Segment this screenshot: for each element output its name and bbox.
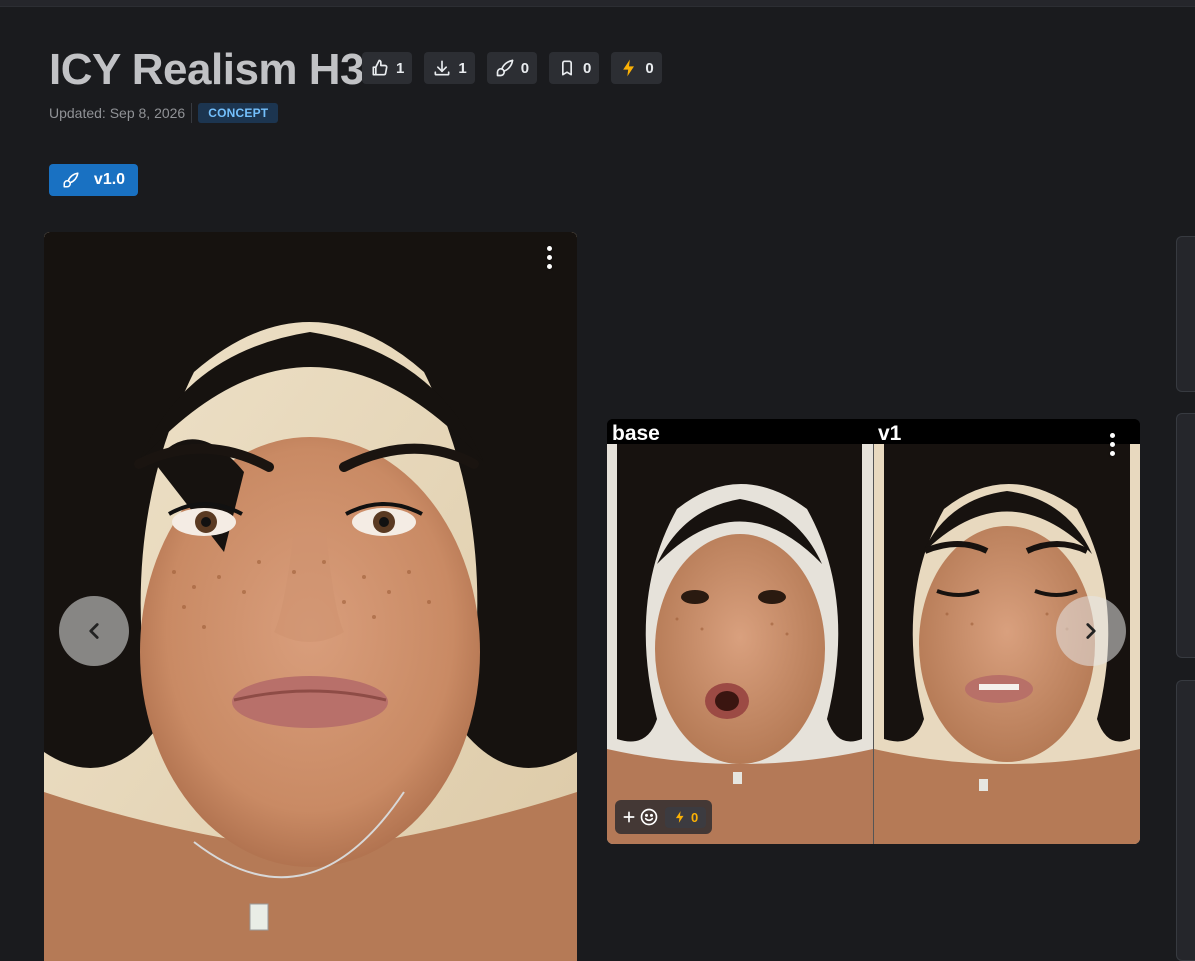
chevron-left-icon <box>89 623 99 639</box>
updated-date: Updated: Sep 8, 2026 <box>49 103 193 123</box>
portrait-image <box>44 232 577 961</box>
download-icon <box>434 60 450 76</box>
add-reaction-button[interactable] <box>621 807 659 827</box>
version-button[interactable]: v1.0 <box>49 164 138 196</box>
buzz-tip-button[interactable]: 0 <box>665 806 707 828</box>
brush-icon <box>63 172 79 188</box>
generate-count: 0 <box>520 59 530 77</box>
meta-row: Updated: Sep 8, 2026 CONCEPT <box>49 102 279 124</box>
buzz-count: 0 <box>691 809 699 825</box>
download-stat-button[interactable]: 1 <box>424 52 475 84</box>
thumbs-up-icon <box>372 59 388 76</box>
more-options-icon[interactable] <box>547 246 553 269</box>
top-bar <box>0 0 1195 7</box>
more-options-icon[interactable] <box>1110 433 1116 456</box>
bolt-icon <box>675 811 684 823</box>
gallery-next-button[interactable] <box>1056 596 1126 666</box>
tip-count: 0 <box>645 59 654 77</box>
tip-stat-button[interactable]: 0 <box>611 52 662 84</box>
chevron-right-icon <box>1086 623 1096 639</box>
gallery-prev-button[interactable] <box>59 596 129 666</box>
stats-row: 1 1 0 0 0 <box>362 52 662 84</box>
bolt-icon <box>623 59 635 77</box>
bookmark-icon <box>562 60 573 76</box>
comparison-label-base: base <box>612 422 660 445</box>
comparison-label-v1: v1 <box>878 422 902 445</box>
page-title: ICY Realism H3 <box>49 45 365 94</box>
bookmark-count: 0 <box>583 59 592 77</box>
plus-icon <box>623 811 635 823</box>
sidebar-card <box>1176 680 1195 961</box>
brush-icon <box>496 59 514 77</box>
version-label: v1.0 <box>93 171 126 188</box>
like-count: 1 <box>396 59 405 77</box>
like-stat-button[interactable]: 1 <box>362 52 413 84</box>
download-count: 1 <box>458 59 467 77</box>
sidebar-card <box>1176 236 1195 392</box>
bookmark-stat-button[interactable]: 0 <box>549 52 600 84</box>
type-badge[interactable]: CONCEPT <box>198 103 279 123</box>
gallery-image-main[interactable] <box>44 232 577 961</box>
reactions-bar: 0 <box>615 800 713 834</box>
sidebar-card <box>1176 413 1195 658</box>
generate-stat-button[interactable]: 0 <box>486 52 538 84</box>
smiley-icon <box>640 808 658 826</box>
